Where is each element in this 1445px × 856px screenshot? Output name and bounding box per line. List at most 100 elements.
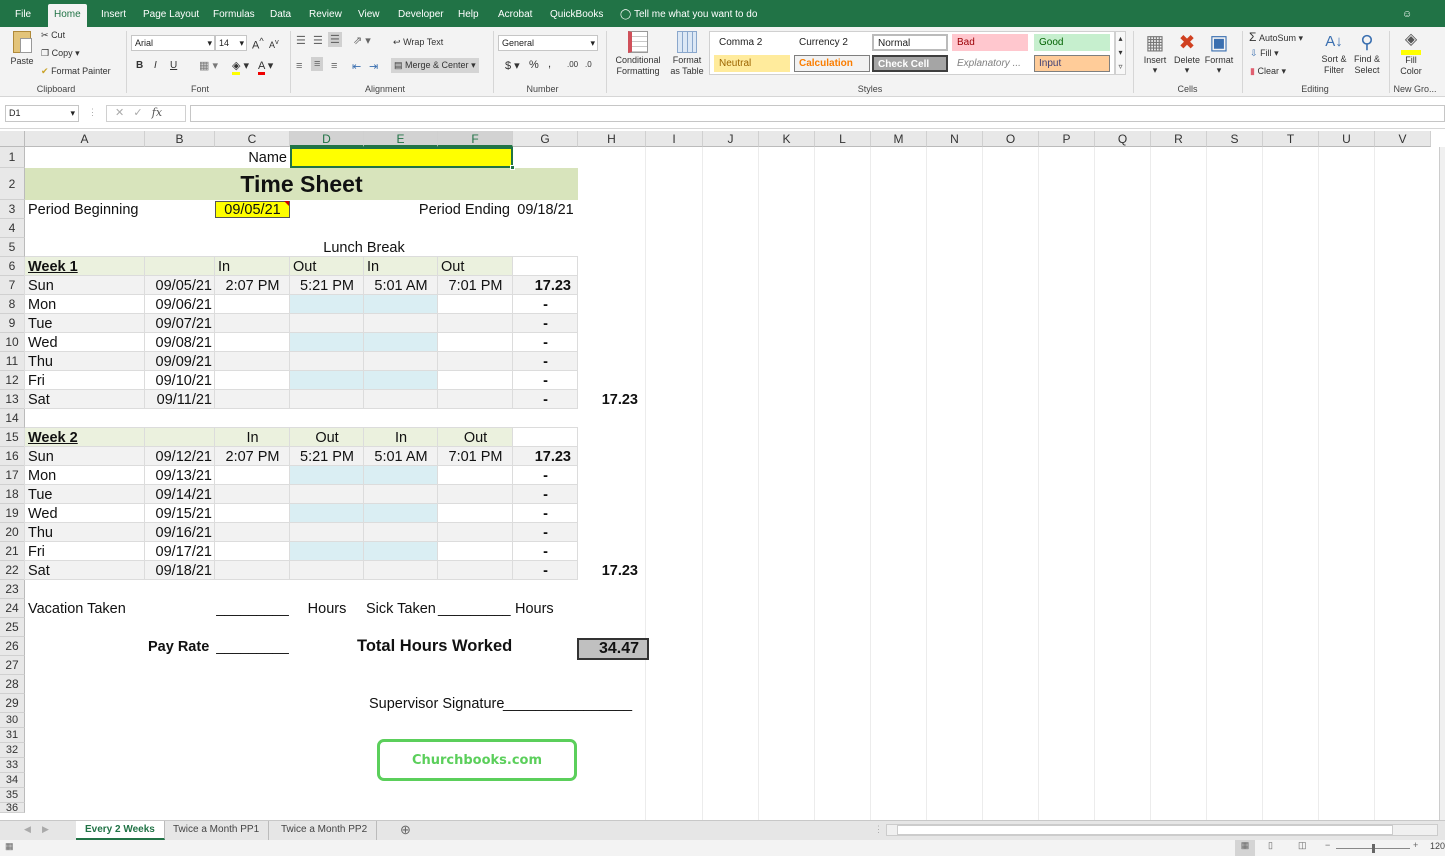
column-header-c[interactable]: C	[215, 131, 290, 147]
time-input-in1[interactable]	[215, 466, 290, 485]
time-input-out2[interactable]	[438, 333, 513, 352]
align-top-button[interactable]: ☰	[296, 34, 306, 47]
row-header-15[interactable]: 15	[0, 428, 25, 447]
time-input-in2[interactable]: 5:01 AM	[364, 447, 438, 466]
styles-scroll[interactable]: ▴ ▾ ▿	[1115, 31, 1126, 75]
column-header-j[interactable]: J	[703, 131, 759, 147]
time-input-in1[interactable]	[215, 295, 290, 314]
row-header-13[interactable]: 13	[0, 390, 25, 409]
row-header-20[interactable]: 20	[0, 523, 25, 542]
column-header-o[interactable]: O	[983, 131, 1039, 147]
time-input-in2[interactable]	[364, 295, 438, 314]
add-sheet-button[interactable]: ⊕	[400, 822, 411, 838]
align-left-button[interactable]: ≡	[296, 60, 302, 72]
decrease-decimal-button[interactable]: .0	[585, 60, 592, 69]
page-layout-view-button[interactable]: ▯	[1268, 840, 1273, 851]
row-header-11[interactable]: 11	[0, 352, 25, 371]
find-select-button[interactable]: ⚲ Find & Select	[1350, 30, 1384, 76]
increase-indent-button[interactable]: ⇥	[369, 60, 378, 73]
row-header-9[interactable]: 9	[0, 314, 25, 333]
time-input-out2[interactable]	[438, 314, 513, 333]
horizontal-scrollbar[interactable]	[886, 824, 1438, 836]
time-input-in2[interactable]	[364, 504, 438, 523]
font-size-dropdown[interactable]: 14 ▾	[215, 35, 247, 51]
column-header-u[interactable]: U	[1319, 131, 1375, 147]
cell-style-check-cell[interactable]: Check Cell	[872, 55, 948, 72]
cell-style-bad[interactable]: Bad	[952, 34, 1028, 51]
time-input-out2[interactable]	[438, 485, 513, 504]
format-painter-button[interactable]: ✔ Format Painter	[41, 66, 111, 77]
tab-home[interactable]: Home	[48, 4, 87, 27]
time-input-out1[interactable]	[290, 561, 364, 580]
time-input-in1[interactable]	[215, 371, 290, 390]
splitter-handle[interactable]: ⋮	[874, 824, 883, 835]
time-input-out1[interactable]	[290, 504, 364, 523]
time-input-in2[interactable]	[364, 561, 438, 580]
column-header-r[interactable]: R	[1151, 131, 1207, 147]
paste-button[interactable]: Paste	[8, 31, 36, 66]
churchbooks-logo[interactable]: Churchbooks.com	[377, 739, 577, 781]
time-input-in1[interactable]	[215, 523, 290, 542]
percent-button[interactable]: %	[529, 59, 539, 71]
column-header-q[interactable]: Q	[1095, 131, 1151, 147]
row-header-27[interactable]: 27	[0, 656, 25, 675]
row-header-10[interactable]: 10	[0, 333, 25, 352]
row-header-8[interactable]: 8	[0, 295, 25, 314]
autosum-button[interactable]: Σ AutoSum ▾	[1249, 30, 1303, 44]
cell-style-neutral[interactable]: Neutral	[714, 55, 790, 72]
column-header-k[interactable]: K	[759, 131, 815, 147]
supervisor-signature-line[interactable]: ________________	[500, 694, 640, 713]
tab-acrobat[interactable]: Acrobat	[492, 4, 538, 27]
tab-file[interactable]: File	[9, 4, 37, 27]
row-header-21[interactable]: 21	[0, 542, 25, 561]
scrollbar-thumb[interactable]	[897, 825, 1393, 835]
column-header-v[interactable]: V	[1375, 131, 1431, 147]
zoom-slider-thumb[interactable]	[1372, 844, 1375, 853]
column-header-l[interactable]: L	[815, 131, 871, 147]
sheet-tab-every-2-weeks[interactable]: Every 2 Weeks	[76, 821, 165, 840]
row-header-16[interactable]: 16	[0, 447, 25, 466]
comma-button[interactable]: ,	[548, 58, 551, 70]
time-input-out2[interactable]	[438, 561, 513, 580]
column-header-i[interactable]: I	[646, 131, 703, 147]
time-input-out1[interactable]	[290, 371, 364, 390]
row-header-25[interactable]: 25	[0, 618, 25, 637]
format-as-table-button[interactable]: Format as Table	[667, 31, 707, 77]
scroll-tabs-left-icon[interactable]: ◀	[24, 824, 31, 835]
time-input-out1[interactable]	[290, 333, 364, 352]
time-input-in2[interactable]: 5:01 AM	[364, 276, 438, 295]
column-header-p[interactable]: P	[1039, 131, 1095, 147]
row-header-5[interactable]: 5	[0, 238, 25, 257]
enter-icon[interactable]: ✓	[133, 107, 142, 119]
font-name-dropdown[interactable]: Arial ▾	[131, 35, 215, 51]
row-header-22[interactable]: 22	[0, 561, 25, 580]
row-header-31[interactable]: 31	[0, 728, 25, 743]
time-input-out1[interactable]	[290, 390, 364, 409]
format-cells-button[interactable]: ▣ Format ▾	[1204, 31, 1234, 76]
name-box[interactable]: D1 ▾	[5, 105, 79, 122]
time-input-in2[interactable]	[364, 485, 438, 504]
time-input-out1[interactable]	[290, 295, 364, 314]
row-header-26[interactable]: 26	[0, 637, 25, 656]
time-input-in2[interactable]	[364, 390, 438, 409]
time-input-out1[interactable]	[290, 352, 364, 371]
column-header-n[interactable]: N	[927, 131, 983, 147]
time-input-out1[interactable]	[290, 314, 364, 333]
time-input-out1[interactable]	[290, 542, 364, 561]
macro-record-icon[interactable]: ▦	[5, 841, 14, 852]
cut-button[interactable]: ✂ Cut	[41, 30, 65, 41]
currency-button[interactable]: $ ▾	[505, 59, 520, 72]
time-input-in2[interactable]	[364, 523, 438, 542]
fill-color-big-button[interactable]: ◈ Fill Color	[1394, 30, 1428, 77]
time-input-in2[interactable]	[364, 352, 438, 371]
formula-input[interactable]	[190, 105, 1445, 122]
tab-help[interactable]: Help	[452, 4, 485, 27]
row-header-36[interactable]: 36	[0, 803, 25, 814]
time-input-in1[interactable]	[215, 485, 290, 504]
time-input-out2[interactable]	[438, 295, 513, 314]
zoom-in-button[interactable]: +	[1413, 840, 1418, 850]
row-header-19[interactable]: 19	[0, 504, 25, 523]
fill-button[interactable]: ⇩ Fill ▾	[1250, 48, 1279, 59]
row-header-12[interactable]: 12	[0, 371, 25, 390]
row-header-35[interactable]: 35	[0, 788, 25, 803]
